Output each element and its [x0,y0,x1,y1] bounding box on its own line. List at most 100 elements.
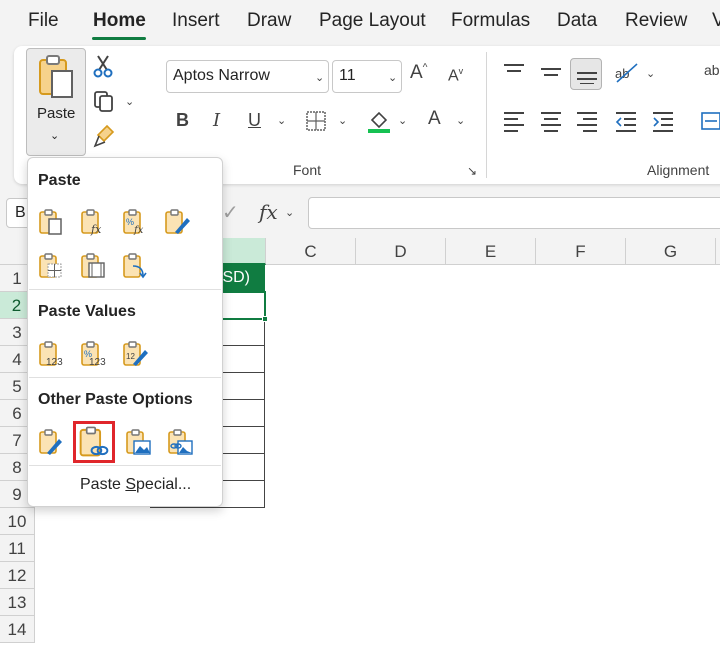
underline-icon[interactable]: U [248,110,261,131]
chevron-down-icon: ⌄ [50,130,60,142]
font-color-chevron-icon[interactable]: ⌄ [456,114,465,127]
paste-transpose-icon [123,253,147,279]
tab-home[interactable]: Home [93,10,146,32]
fill-color-icon[interactable] [366,108,392,134]
copy-icon[interactable] [92,89,116,113]
font-dialog-launcher-icon[interactable]: ↘ [467,164,477,178]
paste-section-heading: Paste [38,172,81,189]
copy-chevron-icon[interactable]: ⌄ [125,95,134,108]
chevron-down-icon: ⌄ [315,72,325,84]
menu-bar: File Home Insert Draw Page Layout Formul… [0,0,720,42]
menu-divider [29,465,221,466]
enter-check-icon[interactable]: ✓ [222,200,239,225]
orientation-icon[interactable]: ab [613,60,641,86]
tab-page-layout[interactable]: Page Layout [319,10,426,32]
paste-values-option-number-formatting[interactable]: % 123 [75,336,111,372]
increase-font-size-icon[interactable]: A^ [410,62,427,84]
paste-picture-icon [126,429,151,455]
borders-icon[interactable] [305,110,327,132]
scissors-icon[interactable] [92,54,114,78]
paste-option-formatting[interactable] [33,424,69,460]
svg-text:123: 123 [46,357,63,368]
align-left-icon[interactable] [502,110,526,132]
column-header-g[interactable]: G [626,238,716,265]
fill-color-chevron-icon[interactable]: ⌄ [398,114,407,127]
align-middle-icon[interactable] [539,62,563,82]
svg-text:%: % [126,217,134,227]
font-group-label: Font [293,162,322,178]
svg-text:fx: fx [90,223,102,236]
align-center-icon[interactable] [539,110,563,132]
paste-option-keep-column-widths[interactable] [75,248,111,284]
formula-input[interactable] [308,197,720,229]
paste-formulas-number-format-icon: % fx [123,209,144,236]
align-bottom-button[interactable] [570,58,602,90]
paste-formatting-icon [39,429,62,455]
format-painter-icon[interactable] [93,124,117,148]
chevron-down-icon: ⌄ [388,72,398,84]
align-right-icon[interactable] [575,110,599,132]
paste-option-transpose[interactable] [117,248,153,284]
font-size-value: 11 [339,67,356,84]
align-top-icon[interactable] [502,62,526,82]
tab-file[interactable]: File [28,10,59,32]
paste-values-icon: 123 [39,341,63,368]
column-header-c[interactable]: C [266,238,356,265]
paste-option-keep-source-formatting[interactable] [159,204,195,240]
fill-handle[interactable] [262,316,268,322]
row-header-11[interactable]: 11 [0,535,35,562]
paste-values-number-format-icon: % 123 [81,341,106,368]
active-tab-indicator [92,37,146,40]
font-color-icon[interactable]: A [428,108,441,130]
paste-linked-picture-icon [168,429,193,455]
paste-special-menu-item[interactable]: Paste Special... [80,476,191,494]
paste-link-icon [79,426,109,457]
chevron-down-icon[interactable]: ⌄ [285,206,294,219]
row-header-12[interactable]: 12 [0,562,35,589]
decrease-font-size-icon[interactable]: Av [448,66,463,85]
italic-icon[interactable]: I [213,110,220,131]
paste-values-option-values[interactable]: 123 [33,336,69,372]
insert-function-icon[interactable]: fx [259,200,278,224]
increase-indent-icon[interactable] [651,110,675,132]
alignment-group-label: Alignment [647,162,710,178]
tab-review[interactable]: Review [625,10,687,32]
decrease-indent-icon[interactable] [614,110,638,132]
paste-option-paste-link[interactable] [73,421,115,463]
row-header-13[interactable]: 13 [0,589,35,616]
paste-options-menu: Paste fx % fx Paste Values 123 % 123 12 … [27,157,223,507]
paste-label: Paste [37,105,76,122]
tab-insert[interactable]: Insert [172,10,220,32]
tab-draw[interactable]: Draw [247,10,291,32]
paste-special-label-start: Paste [80,476,126,493]
paste-option-no-borders[interactable] [33,248,69,284]
paste-option-linked-picture[interactable] [162,424,198,460]
other-paste-options-heading: Other Paste Options [38,391,193,408]
underline-chevron-icon[interactable]: ⌄ [277,114,286,127]
paste-special-access-key: S [125,476,137,493]
tab-data[interactable]: Data [557,10,597,32]
paste-values-option-source-formatting[interactable]: 12 [117,336,153,372]
row-header-10[interactable]: 10 [0,508,35,535]
wrap-text-icon[interactable]: ab [704,62,720,78]
orientation-chevron-icon[interactable]: ⌄ [646,67,655,80]
column-header-f[interactable]: F [536,238,626,265]
paste-option-picture[interactable] [120,424,156,460]
paste-button[interactable]: Paste ⌄ [26,48,86,156]
menu-divider [29,377,221,378]
bold-icon[interactable]: B [176,110,189,131]
paste-keep-formatting-icon [165,209,190,234]
paste-option-formulas[interactable]: fx [75,204,111,240]
font-name-select[interactable]: Aptos Narrow ⌄ [166,60,329,93]
column-header-d[interactable]: D [356,238,446,265]
merge-center-icon[interactable] [700,110,720,132]
tab-view[interactable]: V [712,10,720,32]
paste-option-paste[interactable] [33,204,69,240]
column-header-e[interactable]: E [446,238,536,265]
row-header-14[interactable]: 14 [0,616,35,643]
borders-chevron-icon[interactable]: ⌄ [338,114,347,127]
paste-clipboard-icon [39,209,62,235]
font-size-select[interactable]: 11 ⌄ [332,60,402,93]
tab-formulas[interactable]: Formulas [451,10,530,32]
paste-option-formulas-number-formatting[interactable]: % fx [117,204,153,240]
